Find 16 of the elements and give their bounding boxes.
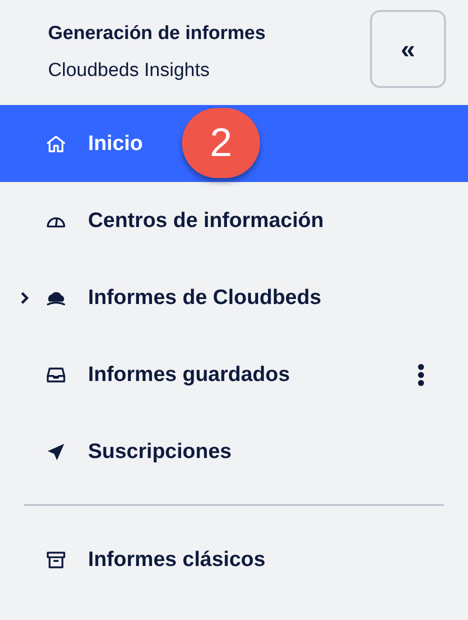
nav-label: Centros de información — [88, 208, 324, 234]
app-subtitle: Cloudbeds Insights — [48, 58, 211, 82]
nav-item[interactable]: Informes de Cloudbeds — [0, 259, 468, 336]
nav-item[interactable]: Suscripciones — [0, 413, 468, 490]
nav-label: Inicio — [88, 130, 143, 157]
nav-label: Suscripciones — [88, 438, 232, 465]
nav-item[interactable]: Informes guardados — [0, 336, 468, 413]
app-title: Generación de informes — [48, 22, 266, 46]
collapse-button[interactable]: « — [370, 10, 446, 88]
more-options-icon[interactable] — [417, 362, 425, 386]
nav-label: Informes guardados — [88, 362, 290, 388]
nav-label: Informes clásicos — [88, 546, 266, 573]
chevron-icon[interactable] — [20, 292, 30, 304]
nav-item[interactable]: Informes clásicos — [0, 521, 468, 598]
nav-item[interactable]: Centros de información — [0, 182, 468, 259]
nav-label: Informes de Cloudbeds — [88, 284, 322, 311]
